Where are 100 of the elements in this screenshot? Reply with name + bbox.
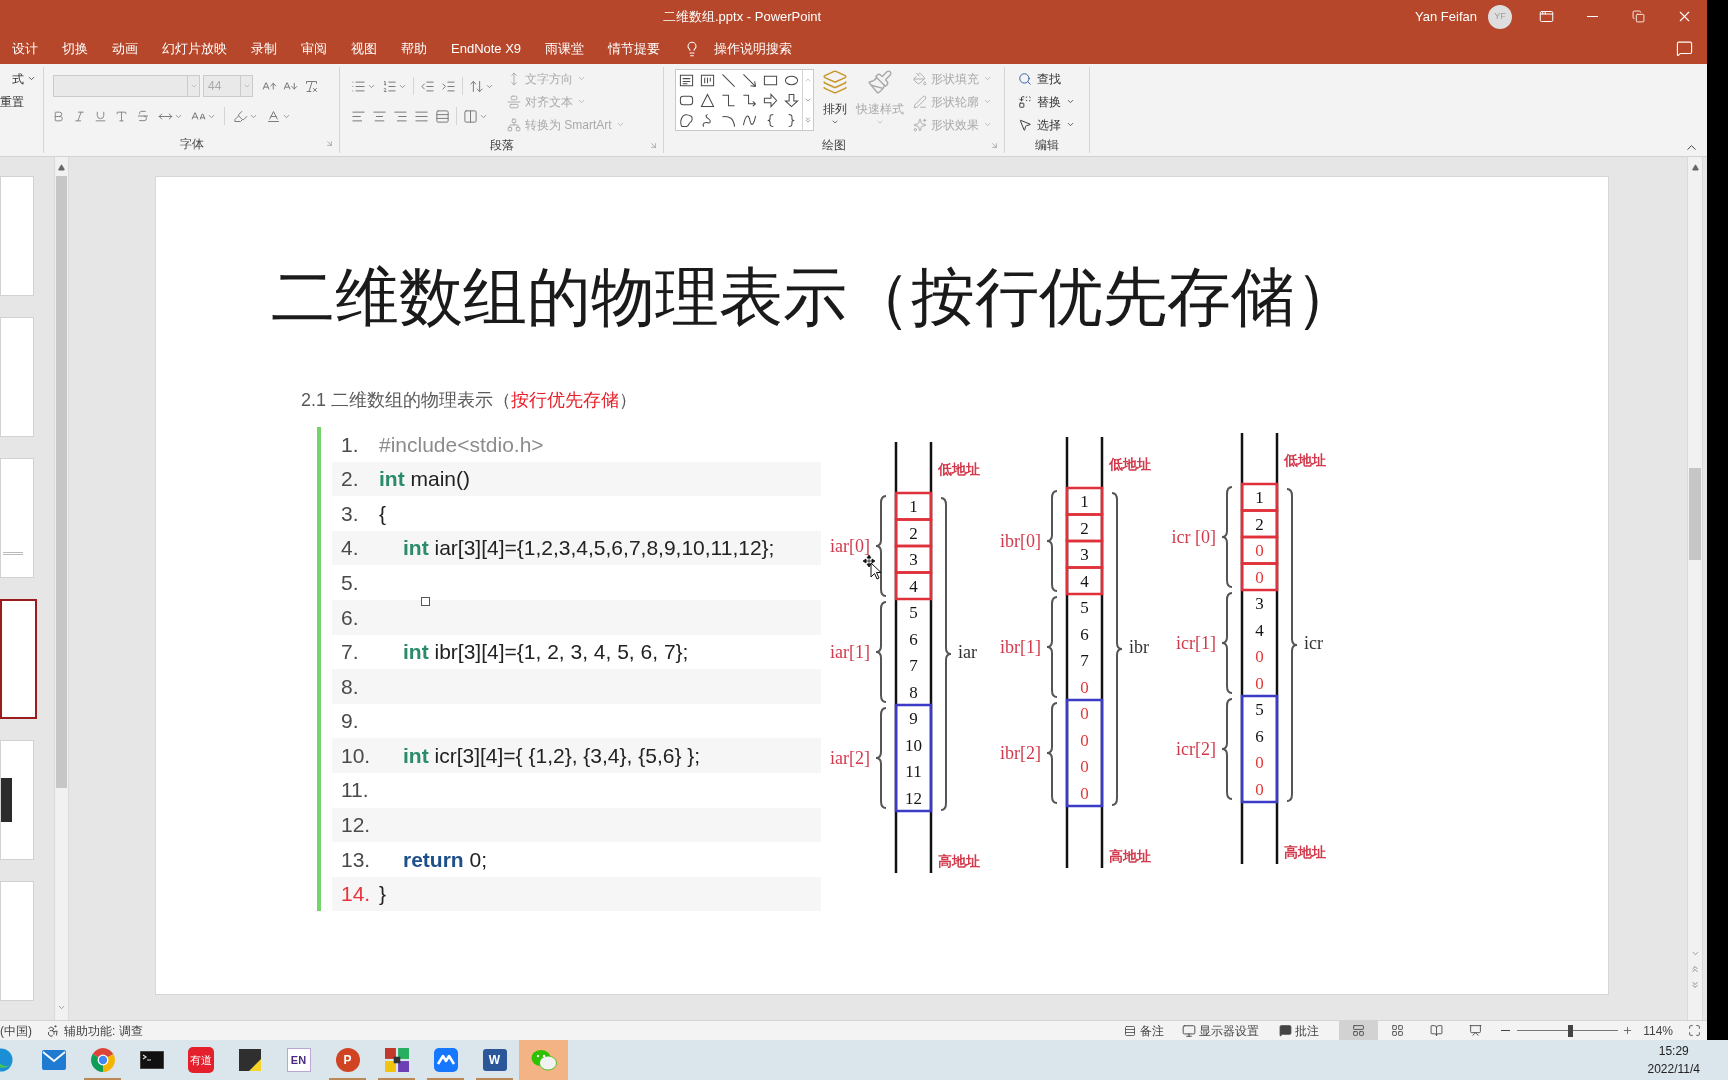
- notes-button[interactable]: 备注: [1124, 1021, 1165, 1040]
- memory-value: 3: [1080, 545, 1089, 564]
- ribbon-command[interactable]: 式: [0, 67, 43, 90]
- arrange-button[interactable]: 排列: [822, 67, 848, 126]
- font-color-icon: [266, 108, 281, 124]
- clock[interactable]: 15:29 2022/11/4: [1647, 1042, 1700, 1078]
- zoom-level[interactable]: 114%: [1643, 1021, 1673, 1040]
- curve-shape-icon[interactable]: [742, 112, 757, 128]
- row-label: iar[0]: [830, 536, 870, 556]
- replace-icon: [1018, 94, 1032, 109]
- ribbon-command[interactable]: 替换: [1018, 90, 1089, 113]
- display-settings-button[interactable]: 显示器设置: [1182, 1021, 1260, 1040]
- scrollbar-thumb[interactable]: [1689, 468, 1701, 560]
- comments-button[interactable]: 批注: [1279, 1021, 1320, 1040]
- ribbon-tab[interactable]: EndNote X9: [439, 33, 534, 64]
- justify-icon: [414, 108, 429, 124]
- rows-icon: [435, 108, 450, 124]
- accessibility-button[interactable]: 辅助功能: 调查: [46, 1021, 143, 1040]
- memory-cell-frame: [894, 571, 933, 601]
- clear-formatting-icon: [304, 78, 319, 94]
- memory-value: 5: [1255, 700, 1264, 719]
- right-arrow-shape-icon[interactable]: [763, 92, 778, 108]
- shape-gallery[interactable]: [675, 69, 814, 131]
- taskbar-app-button[interactable]: P: [323, 1040, 372, 1080]
- memory-value: 6: [909, 629, 918, 649]
- previous-slide-button[interactable]: [1690, 964, 1700, 974]
- tell-me-button[interactable]: 操作说明搜索: [684, 38, 793, 59]
- taskbar-app-button[interactable]: 有道: [176, 1040, 225, 1080]
- taskbar-app-button[interactable]: W: [470, 1040, 519, 1080]
- arrow-line-shape-icon[interactable]: [742, 72, 757, 88]
- group-label: 绘图: [822, 137, 846, 154]
- zoom-in-button[interactable]: [1622, 1025, 1634, 1036]
- ribbon-command[interactable]: 重置: [0, 90, 43, 113]
- zoom-slider[interactable]: [1517, 1023, 1619, 1038]
- vertical-text-box-shape-icon[interactable]: [700, 72, 715, 88]
- font-name-field[interactable]: [53, 75, 200, 97]
- freeform-shape-icon[interactable]: [679, 112, 694, 128]
- line-shape-icon[interactable]: [721, 72, 736, 88]
- scrollbar-thumb[interactable]: [56, 176, 67, 788]
- fill-bucket-icon: [913, 71, 927, 86]
- ribbon-tab[interactable]: 动画: [100, 33, 150, 64]
- ribbon-tab[interactable]: 帮助: [389, 33, 439, 64]
- highlighter-icon: [233, 108, 248, 124]
- fit-slide-button[interactable]: [1688, 1024, 1701, 1037]
- ribbon-tab[interactable]: 审阅: [289, 33, 339, 64]
- ribbon-command[interactable]: 选择: [1018, 113, 1089, 136]
- ribbon-tab[interactable]: 视图: [339, 33, 389, 64]
- ribbon-tab[interactable]: 情节提要: [596, 33, 673, 64]
- ribbon-tab[interactable]: 切换: [50, 33, 100, 64]
- next-slide-button[interactable]: [1690, 980, 1700, 990]
- taskbar-app-button[interactable]: EN: [274, 1040, 323, 1080]
- memory-value: 2: [909, 523, 918, 543]
- scrollbar[interactable]: [54, 157, 69, 1020]
- down-arrow-shape-icon[interactable]: [784, 92, 799, 108]
- line-number: 12.: [341, 812, 372, 839]
- pointer-icon: [1018, 117, 1032, 132]
- ribbon-tab[interactable]: 录制: [239, 33, 289, 64]
- double-caret-down-icon: [1690, 980, 1700, 990]
- dialog-launcher-icon: [990, 140, 999, 150]
- memory-value: 0: [1255, 647, 1264, 666]
- scrollbar[interactable]: [1687, 157, 1703, 1020]
- memory-value: 7: [909, 656, 918, 675]
- row-label: iar[2]: [830, 748, 870, 768]
- memory-value: 2: [1255, 514, 1264, 534]
- plus-icon: [1622, 1025, 1634, 1036]
- view-button[interactable]: [1339, 1021, 1379, 1040]
- line-number: 13.: [341, 846, 372, 873]
- slide-title: 二维数组的物理表示（按行优先存储）: [271, 263, 1359, 331]
- memory-cell-frame: [1065, 566, 1104, 596]
- move-cursor-icon: [862, 554, 882, 580]
- ribbon-tab[interactable]: 雨课堂: [533, 33, 597, 64]
- clock-date: 2022/11/4: [1647, 1061, 1700, 1078]
- align-right-icon: [393, 108, 408, 124]
- ribbon-tab[interactable]: 设计: [0, 33, 50, 64]
- group-label: 编辑: [1035, 137, 1059, 154]
- text-box-shape-icon[interactable]: [679, 72, 694, 88]
- columns-icon: [463, 108, 478, 124]
- italic-icon: [73, 109, 86, 123]
- memory-value: 1: [909, 497, 918, 516]
- ribbon-tab[interactable]: 幻灯片放映: [150, 33, 239, 64]
- memory-value: 1: [1255, 488, 1264, 507]
- minus-icon: [1501, 1030, 1511, 1031]
- strikethrough-icon: [136, 109, 150, 123]
- code-line: int iar[3][4]={1,2,3,4,5,6,7,8,9,10,11,12};: [403, 535, 775, 562]
- code-line: int ibr[3][4]={1, 2, 3, 4, 5, 6, 7};: [403, 639, 689, 666]
- array-label: ibr: [1129, 637, 1149, 657]
- language-indicator[interactable]: (中国): [0, 1021, 32, 1040]
- caret-up-icon: [804, 76, 812, 84]
- zoom-slider-thumb[interactable]: [1567, 1024, 1573, 1037]
- vertical-align-icon: [507, 94, 521, 109]
- elbow-arrow-shape-icon[interactable]: [742, 92, 757, 108]
- fit-to-window-icon: [1688, 1024, 1701, 1037]
- line-number: 5.: [341, 569, 360, 596]
- slide-thumbnail[interactable]: [0, 599, 37, 719]
- elbow-connector-shape-icon[interactable]: [721, 92, 736, 108]
- memory-value: 6: [1080, 624, 1089, 644]
- app-logo: P: [335, 1048, 360, 1072]
- triangle-shape-icon[interactable]: [700, 92, 715, 108]
- ribbon-command[interactable]: 查找: [1018, 67, 1089, 90]
- chat-bubbles-icon: [530, 1049, 557, 1071]
